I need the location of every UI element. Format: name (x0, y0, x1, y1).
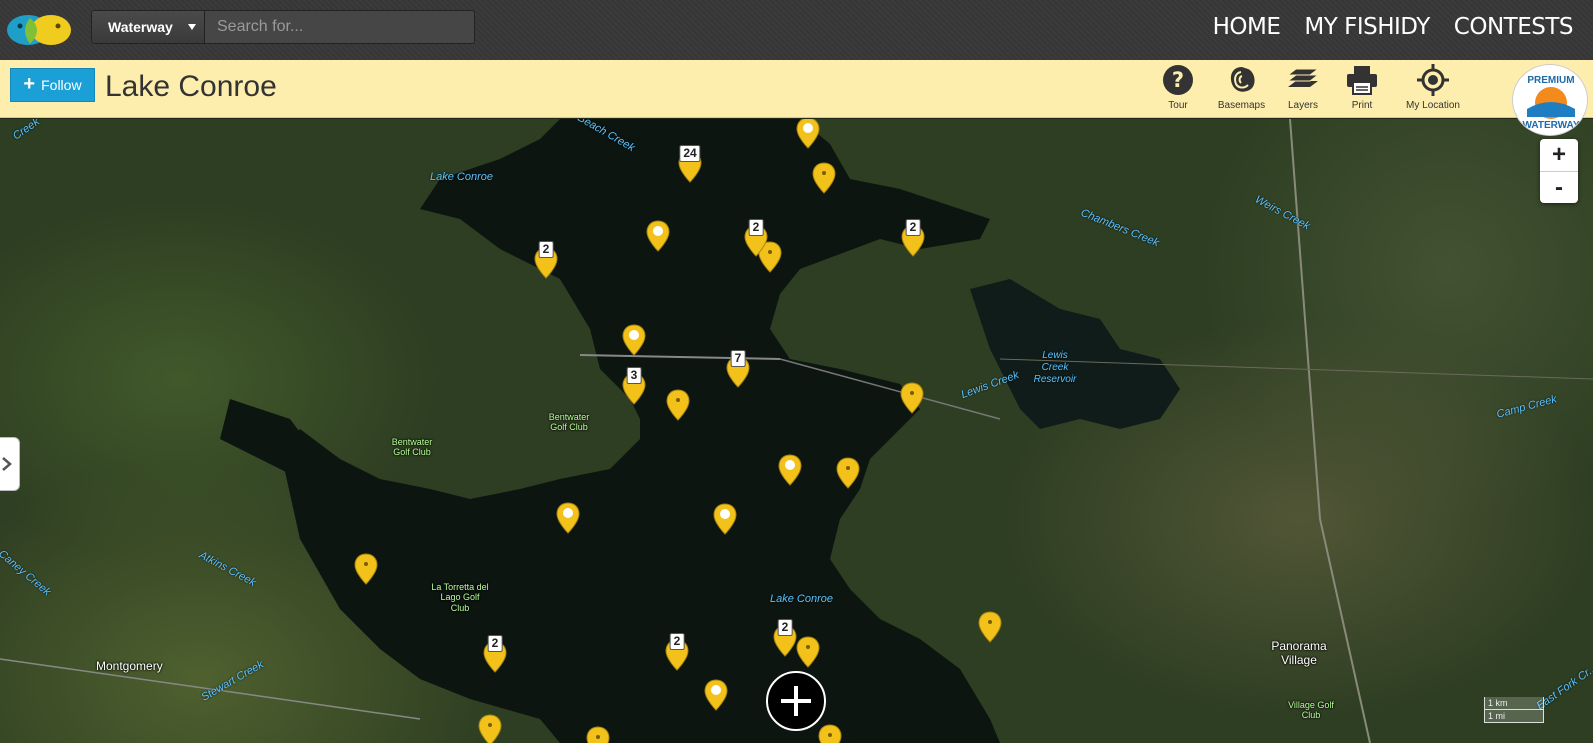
catch-pin-icon[interactable] (622, 324, 646, 356)
catch-pin-icon[interactable] (704, 679, 728, 711)
map-scale: 1 km 1 mi (1484, 697, 1544, 723)
zoom-control: + - (1540, 139, 1578, 203)
search-scope-label: Waterway (108, 19, 173, 35)
basemaps-label: Basemaps (1217, 100, 1266, 111)
svg-text:?: ? (1172, 68, 1184, 92)
page-title: Lake Conroe (105, 70, 277, 103)
spot-pin-icon[interactable] (900, 382, 924, 414)
tour-button[interactable]: ? Tour (1163, 63, 1193, 111)
plus-icon (781, 686, 811, 716)
place-label-montgomery: Montgomery (96, 659, 163, 673)
water-label-lake-conroe-north: Lake Conroe (430, 171, 493, 183)
place-label-bentwater-golf-club-east: Bentwater Golf Club (548, 412, 590, 433)
print-label: Print (1351, 100, 1373, 111)
map-canvas[interactable]: Lake Conroe Lake Conroe Lewis Creek Rese… (0, 119, 1593, 743)
search-scope-select[interactable]: Waterway (92, 11, 205, 43)
chevron-right-icon (2, 457, 12, 471)
basemaps-button[interactable]: Basemaps (1214, 63, 1269, 111)
caret-down-icon (188, 24, 196, 30)
nav-home[interactable]: HOME (1213, 14, 1281, 40)
spot-pin-icon[interactable] (478, 714, 502, 743)
scale-mi: 1 mi (1484, 710, 1544, 723)
scale-km: 1 km (1484, 697, 1544, 710)
catch-pin-icon[interactable] (713, 503, 737, 535)
fishidy-logo-icon[interactable] (6, 8, 72, 50)
cluster-count-badge[interactable]: 2 (538, 241, 554, 258)
question-circle-icon: ? (1163, 65, 1193, 95)
plus-icon: + (23, 73, 36, 95)
premium-badge-top: PREMIUM (1527, 75, 1574, 86)
water-label-lewis-creek-reservoir: Lewis Creek Reservoir (1033, 350, 1077, 385)
sidebar-toggle[interactable] (0, 437, 20, 491)
nav-my-fishidy[interactable]: MY FISHIDY (1304, 14, 1430, 40)
place-label-panorama-village: Panorama Village (1271, 639, 1327, 667)
layers-label: Layers (1287, 100, 1318, 111)
catch-pin-icon[interactable] (778, 454, 802, 486)
cluster-count-badge[interactable]: 24 (679, 145, 701, 162)
crosshair-icon (1417, 64, 1449, 96)
spot-pin-icon[interactable] (796, 636, 820, 668)
place-label-la-torretta-golf-club: La Torretta del Lago Golf Club (431, 582, 489, 613)
spot-pin-icon[interactable] (666, 389, 690, 421)
catch-pin-icon[interactable] (556, 502, 580, 534)
cluster-count-badge[interactable]: 2 (905, 219, 921, 236)
premium-badge-bottom: WATERWAY (1522, 120, 1579, 131)
water-label-lake-conroe-south: Lake Conroe (770, 593, 833, 605)
main-nav: HOME MY FISHIDY CONTESTS (1213, 14, 1574, 40)
spot-pin-icon[interactable] (354, 553, 378, 585)
spot-pin-icon[interactable] (818, 724, 842, 743)
cluster-count-badge[interactable]: 2 (777, 619, 793, 636)
spot-pin-icon[interactable] (978, 611, 1002, 643)
printer-icon (1347, 66, 1377, 95)
top-navbar: Waterway HOME MY FISHIDY CONTESTS (0, 0, 1593, 60)
place-label-bentwater-golf-club-west: Bentwater Golf Club (391, 437, 433, 458)
follow-button[interactable]: + Follow (10, 68, 95, 102)
add-catch-button[interactable] (766, 671, 826, 731)
waterway-toolbar: + Follow Lake Conroe ? Tour Basemaps Lay… (0, 60, 1593, 118)
my-location-label: My Location (1406, 100, 1460, 111)
catch-pin-icon[interactable] (796, 119, 820, 149)
cluster-count-badge[interactable]: 2 (487, 635, 503, 652)
zoom-out-button[interactable]: - (1540, 171, 1578, 203)
place-label-village-golf-club: Village Golf Club (1288, 700, 1334, 721)
search-bar: Waterway (91, 10, 475, 44)
cluster-count-badge[interactable]: 7 (730, 350, 746, 367)
my-location-button[interactable]: My Location (1401, 63, 1465, 111)
follow-label: Follow (41, 77, 82, 93)
map-tools: ? Tour Basemaps Layers Print My Location (1163, 63, 1465, 111)
print-button[interactable]: Print (1344, 63, 1380, 111)
nav-contests[interactable]: CONTESTS (1454, 14, 1574, 40)
spot-pin-icon[interactable] (586, 726, 610, 743)
cluster-count-badge[interactable]: 2 (669, 633, 685, 650)
layers-button[interactable]: Layers (1283, 63, 1323, 111)
zoom-in-button[interactable]: + (1540, 139, 1578, 171)
premium-waterway-badge[interactable]: PREMIUM WATERWAY (1512, 64, 1588, 136)
spot-pin-icon[interactable] (836, 457, 860, 489)
spot-pin-icon[interactable] (812, 162, 836, 194)
search-input[interactable] (205, 11, 474, 43)
premium-waterway-icon: PREMIUM WATERWAY (1522, 75, 1579, 131)
tour-label: Tour (1168, 100, 1188, 111)
cluster-count-badge[interactable]: 3 (626, 367, 642, 384)
catch-pin-icon[interactable] (646, 220, 670, 252)
cluster-count-badge[interactable]: 2 (748, 219, 764, 236)
layers-icon (1286, 68, 1320, 87)
basemaps-icon (1230, 67, 1255, 92)
